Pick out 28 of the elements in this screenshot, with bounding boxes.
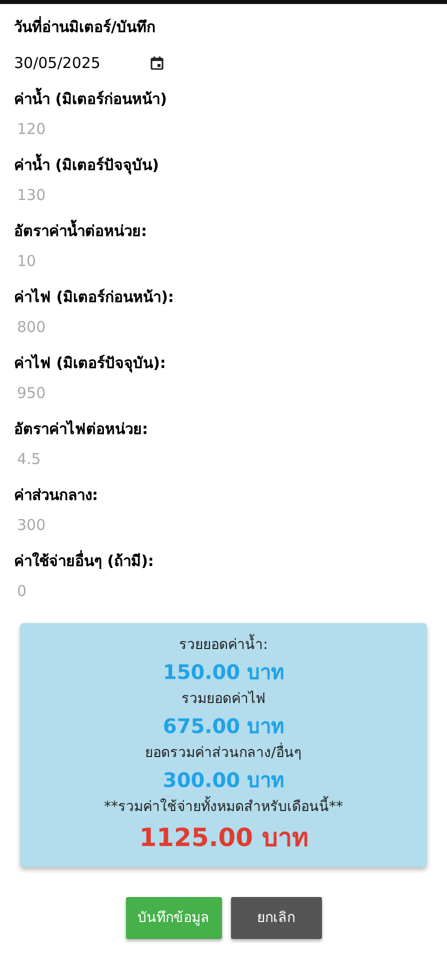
field-label: ค่าน้ำ (มิเตอร์ก่อนหน้า) [14, 89, 433, 109]
summary-label: **รวมค่าใช้จ่ายทั้งหมดสำหรับเดือนนี้** [104, 795, 343, 819]
field-label: อัตราค่าน้ำต่อหน่วย: [14, 221, 433, 241]
total-amount: 1125.00 บาท [139, 822, 308, 854]
summary-label: รวมยอดค่าไฟ [182, 690, 266, 709]
date-field[interactable]: 30/05/2025 [14, 51, 164, 75]
cancel-button[interactable]: ยกเลิก [230, 897, 322, 939]
input-field[interactable]: 130 [14, 183, 424, 207]
input-field[interactable]: 950 [14, 381, 424, 405]
field-label: ค่าไฟ (มิเตอร์ปัจจุบัน): [14, 353, 167, 373]
summary-amount: 300.00 บาท [162, 767, 284, 794]
field-label: ค่าน้ำ (มิเตอร์ปัจจุบัน) [14, 155, 433, 175]
input-field[interactable]: 800 [14, 315, 424, 339]
field-label: วันที่อ่านมิเตอร์/บันทึก [14, 16, 156, 38]
field-label: อัตราค่าไฟต่อหน่วย: [14, 419, 149, 439]
input-field[interactable]: 10 [14, 249, 424, 273]
summary-amount: 150.00 บาท [162, 659, 284, 686]
summary-label: รวยยอดค่าน้ำ: [179, 633, 268, 657]
input-field[interactable]: 4.5 [14, 447, 424, 471]
summary-amount: 675.00 บาท [162, 713, 284, 740]
field-label: ค่าใช้จ่ายอื่นๆ (ถ้ามี): [14, 551, 155, 571]
field-label: ค่าไฟ (มิเตอร์ก่อนหน้า): [14, 287, 175, 307]
input-field[interactable]: 300 [14, 513, 424, 537]
input-field[interactable]: 120 [14, 117, 424, 141]
summary-label: ยอดรวมค่าส่วนกลาง/อื่นๆ [145, 741, 302, 765]
field-label: ค่าส่วนกลาง: [14, 485, 99, 505]
calendar-icon[interactable] [150, 56, 164, 70]
input-field[interactable]: 0 [14, 579, 424, 603]
